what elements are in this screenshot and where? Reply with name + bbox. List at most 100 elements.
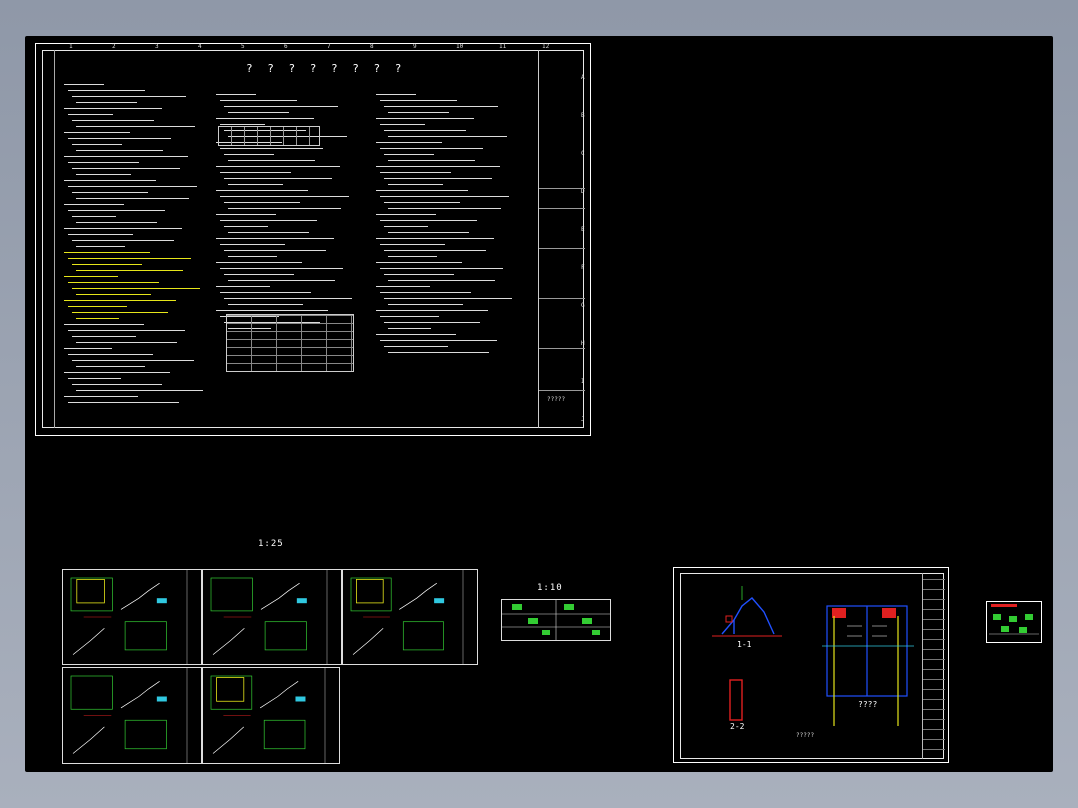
note-text-line <box>384 154 434 155</box>
note-text-line <box>64 204 124 205</box>
note-text-line <box>384 346 448 347</box>
note-text-line <box>76 198 189 199</box>
note-text-line <box>68 162 139 163</box>
note-text-line <box>76 222 157 223</box>
note-text-line <box>388 352 489 353</box>
note-text-line <box>220 220 317 221</box>
note-text-line <box>216 286 270 287</box>
note-text-line <box>376 142 442 143</box>
sheet3-title-block <box>922 573 945 759</box>
note-text-line <box>388 136 507 137</box>
note-text-line <box>224 154 274 155</box>
note-text-line <box>376 310 488 311</box>
note-text-line <box>68 90 145 91</box>
sheet-small-details[interactable] <box>986 601 1042 643</box>
column-number: 1 <box>69 43 73 50</box>
stair-drawing <box>70 570 188 664</box>
note-text-line <box>64 348 112 349</box>
sheet3-note: ????? <box>796 732 815 739</box>
note-text-line <box>68 378 121 379</box>
column-number: 12 <box>542 43 550 50</box>
note-text-line <box>64 180 156 181</box>
note-text-line <box>388 256 437 257</box>
note-text-line <box>216 214 276 215</box>
stair-detail-sheet[interactable] <box>202 667 340 764</box>
note-text-line <box>228 160 315 161</box>
sheet-sections[interactable]: 1-1 2-2 ???? ????? <box>673 567 949 763</box>
stair-drawing <box>210 668 326 763</box>
note-text-line <box>72 288 200 289</box>
left-index-strip <box>42 50 55 428</box>
column-number: 4 <box>198 43 202 50</box>
note-text-line <box>384 226 428 227</box>
column-number: 3 <box>155 43 159 50</box>
stair-detail-sheet[interactable] <box>62 569 202 665</box>
note-text-line <box>388 328 431 329</box>
note-text-line <box>64 252 150 253</box>
plan-label: ???? <box>858 700 878 709</box>
sheet-details-1-10[interactable] <box>501 599 611 641</box>
stair-drawing <box>210 570 328 664</box>
section-1-1-label: 1-1 <box>737 640 752 649</box>
note-text-line <box>64 84 104 85</box>
note-text-line <box>384 250 486 251</box>
note-text-line <box>228 280 335 281</box>
stair-detail-sheet[interactable] <box>342 569 478 665</box>
note-text-line <box>64 108 162 109</box>
note-text-line <box>376 190 468 191</box>
note-text-line <box>216 118 314 119</box>
reinforcement-table-top <box>218 126 320 146</box>
note-text-line <box>76 126 195 127</box>
note-text-line <box>76 174 131 175</box>
note-text-line <box>220 148 323 149</box>
note-text-line <box>72 192 148 193</box>
sheet-design-notes[interactable]: ? ? ? ? ? ? ? ? 1 2 3 4 5 6 7 8 9 10 11 12 ABCDEFGH… <box>35 43 591 436</box>
note-text-line <box>68 354 153 355</box>
note-text-line <box>224 250 326 251</box>
note-text-line <box>228 232 309 233</box>
note-text-line <box>68 186 197 187</box>
note-text-line <box>224 202 300 203</box>
note-text-line <box>380 220 477 221</box>
column-number: 6 <box>284 43 288 50</box>
note-text-line <box>68 114 113 115</box>
note-text-line <box>224 274 294 275</box>
note-text-line <box>388 280 495 281</box>
note-text-line <box>380 100 457 101</box>
note-text-line <box>376 238 494 239</box>
column-number: 5 <box>241 43 245 50</box>
note-text-line <box>76 150 163 151</box>
note-text-line <box>376 286 430 287</box>
note-text-line <box>68 138 171 139</box>
note-text-line <box>216 190 308 191</box>
stair-detail-sheet[interactable] <box>62 667 202 764</box>
note-text-line <box>220 196 349 197</box>
note-text-line <box>388 208 501 209</box>
cad-drawing-canvas[interactable]: ? ? ? ? ? ? ? ? 1 2 3 4 5 6 7 8 9 10 11 12 ABCDEFGH… <box>25 36 1053 772</box>
stair-drawing <box>70 668 188 763</box>
note-text-line <box>380 172 451 173</box>
details-drawing <box>502 600 610 640</box>
note-text-line <box>380 340 497 341</box>
note-text-line <box>72 312 168 313</box>
note-text-line <box>228 256 277 257</box>
title-block: ????? <box>538 50 585 428</box>
note-text-line <box>388 112 449 113</box>
note-text-line <box>68 258 191 259</box>
note-text-line <box>76 366 145 367</box>
note-text-line <box>76 294 151 295</box>
stair-detail-sheet[interactable] <box>202 569 342 665</box>
note-text-line <box>224 298 352 299</box>
note-text-line <box>72 264 142 265</box>
note-text-line <box>384 298 512 299</box>
sheet3-drawing <box>712 586 914 726</box>
note-text-line <box>64 324 144 325</box>
column-number-ruler: 1 2 3 4 5 6 7 8 9 10 11 12 <box>51 43 571 51</box>
note-text-line <box>76 390 203 391</box>
note-text-line <box>216 94 256 95</box>
note-text-line <box>384 106 498 107</box>
note-text-line <box>376 94 416 95</box>
column-number: 10 <box>456 43 464 50</box>
note-text-line <box>68 282 159 283</box>
note-text-line <box>68 402 179 403</box>
